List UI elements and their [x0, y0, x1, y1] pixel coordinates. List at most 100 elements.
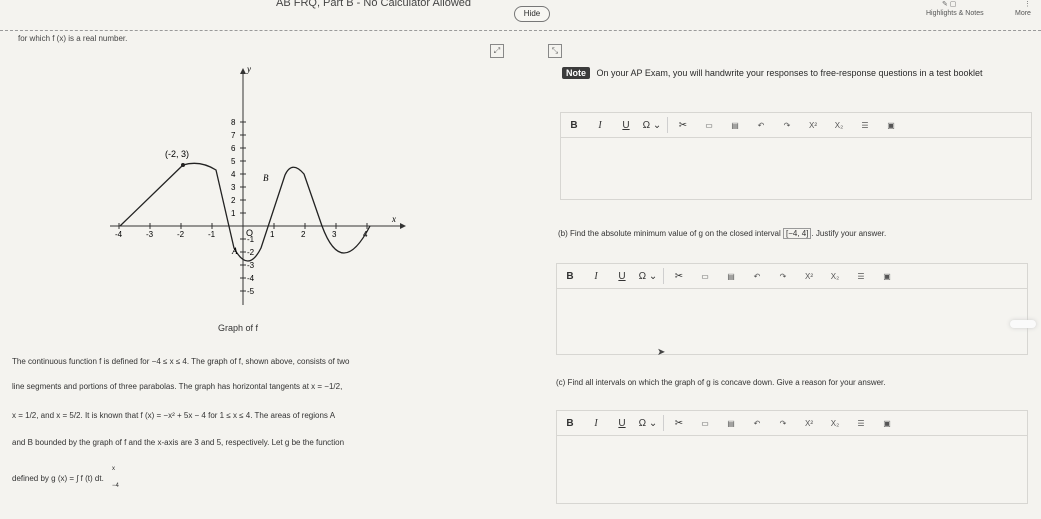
editor-toolbar: B I U Ω ⌄ ✂ ▭ ▤ ↶ ↷ X² X₂ ☰ ▣	[557, 264, 1027, 289]
image-icon[interactable]: ▣	[874, 419, 900, 428]
italic-button[interactable]: I	[587, 120, 613, 131]
copy-icon[interactable]: ▭	[692, 272, 718, 281]
paragraph-line-4: and B bounded by the graph of f and the …	[12, 438, 345, 447]
x-axis-label: x	[391, 214, 396, 224]
resize-handle[interactable]	[1010, 320, 1036, 328]
y-tick-label: 4	[231, 170, 236, 179]
x-tick-label: -1	[208, 230, 216, 239]
note-block: Note On your AP Exam, you will handwrite…	[562, 66, 1032, 80]
x-tick-label: -4	[115, 230, 123, 239]
x-tick-label: 2	[301, 230, 306, 239]
undo-icon[interactable]: ↶	[748, 121, 774, 130]
italic-button[interactable]: I	[583, 418, 609, 429]
special-character-button[interactable]: Ω ⌄	[639, 120, 665, 131]
redo-icon[interactable]: ↷	[770, 272, 796, 281]
cut-icon[interactable]: ✂	[666, 418, 692, 429]
bold-button[interactable]: B	[557, 271, 583, 282]
x-tick-label: 1	[270, 230, 275, 239]
y-tick-label: 7	[231, 131, 236, 140]
response-text-area-a[interactable]	[561, 138, 1031, 198]
y-tick-label: 2	[231, 196, 236, 205]
insert-list-icon[interactable]: ☰	[848, 272, 874, 281]
insert-list-icon[interactable]: ☰	[852, 121, 878, 130]
undo-icon[interactable]: ↶	[744, 419, 770, 428]
y-tick-label: 3	[231, 183, 236, 192]
response-text-area-c[interactable]	[557, 436, 1027, 502]
graph-caption: Graph of f	[218, 323, 259, 333]
point-marker	[181, 163, 185, 167]
region-b-label: B	[263, 173, 269, 183]
divider	[663, 415, 664, 431]
x-tick-label: 3	[332, 230, 337, 239]
paragraph-line-3: x = 1/2, and x = 5/2. It is known that f…	[12, 411, 336, 420]
cut-icon[interactable]: ✂	[666, 271, 692, 282]
integral-upper-limit: x	[112, 466, 115, 472]
interval-box: [−4, 4]	[783, 228, 812, 239]
y-tick-label: -4	[247, 274, 255, 283]
superscript-button[interactable]: X²	[796, 419, 822, 428]
collapse-icon[interactable]: ⤡	[548, 44, 562, 58]
superscript-button[interactable]: X²	[796, 272, 822, 281]
x-tick-label: -2	[177, 230, 185, 239]
paragraph-line-1: The continuous function f is defined for…	[12, 357, 350, 366]
y-tick-label: -5	[247, 287, 255, 296]
superscript-button[interactable]: X²	[800, 121, 826, 130]
insert-list-icon[interactable]: ☰	[848, 419, 874, 428]
x-tick-label: -3	[146, 230, 154, 239]
cut-icon[interactable]: ✂	[670, 120, 696, 131]
subscript-button[interactable]: X₂	[822, 419, 848, 428]
paragraph-line-2: line segments and portions of three para…	[12, 382, 343, 391]
exam-title: AB FRQ, Part B - No Calculator Allowed	[276, 0, 472, 9]
underline-button[interactable]: U	[613, 120, 639, 131]
graph-of-f: x y -4 -3 -2 -1 1 2 3 4 87654321-1-2-3-4-5 (-2,…	[110, 64, 406, 305]
mouse-cursor-icon: ➤	[657, 347, 666, 358]
origin-label: O	[246, 228, 253, 238]
y-tick-label: 5	[231, 157, 236, 166]
special-character-button[interactable]: Ω ⌄	[635, 271, 661, 282]
graph-curve-f	[119, 162, 371, 262]
intro-text: for which f (x) is a real number.	[18, 34, 128, 43]
special-character-button[interactable]: Ω ⌄	[635, 418, 661, 429]
note-text: On your AP Exam, you will handwrite your…	[596, 68, 983, 78]
integral-lower-limit: −4	[112, 483, 119, 489]
redo-icon[interactable]: ↷	[770, 419, 796, 428]
response-editor-a: B I U Ω ⌄ ✂ ▭ ▤ ↶ ↷ X² X₂ ☰ ▣	[560, 112, 1032, 200]
subscript-button[interactable]: X₂	[822, 272, 848, 281]
image-icon[interactable]: ▣	[878, 121, 904, 130]
x-ticks: -4 -3 -2 -1 1 2 3 4	[115, 223, 368, 239]
y-tick-label: 1	[231, 209, 236, 218]
copy-icon[interactable]: ▭	[696, 121, 722, 130]
more-icon[interactable]: ⋮	[1024, 0, 1031, 8]
question-b: (b) Find the absolute minimum value of g…	[558, 228, 887, 239]
region-a-label: A	[231, 246, 238, 256]
hide-button[interactable]: Hide	[514, 6, 550, 22]
x-axis-arrow	[400, 223, 406, 229]
subscript-button[interactable]: X₂	[826, 121, 852, 130]
paragraph-line-5: defined by g (x) = ∫ f (t) dt.	[12, 474, 104, 483]
more-button[interactable]: More	[1015, 10, 1031, 17]
bold-button[interactable]: B	[557, 418, 583, 429]
editor-toolbar: B I U Ω ⌄ ✂ ▭ ▤ ↶ ↷ X² X₂ ☰ ▣	[557, 411, 1027, 436]
redo-icon[interactable]: ↷	[774, 121, 800, 130]
paste-icon[interactable]: ▤	[722, 121, 748, 130]
underline-button[interactable]: U	[609, 271, 635, 282]
image-icon[interactable]: ▣	[874, 272, 900, 281]
bold-button[interactable]: B	[561, 120, 587, 131]
y-axis-label: y	[246, 64, 251, 74]
paste-icon[interactable]: ▤	[718, 272, 744, 281]
divider	[663, 268, 664, 284]
italic-button[interactable]: I	[583, 271, 609, 282]
expand-icon[interactable]: ⤢	[490, 44, 504, 58]
highlights-notes-button[interactable]: Highlights & Notes	[926, 10, 984, 17]
response-text-area-b[interactable]	[557, 289, 1027, 353]
divider	[667, 117, 668, 133]
underline-button[interactable]: U	[609, 418, 635, 429]
response-editor-c: B I U Ω ⌄ ✂ ▭ ▤ ↶ ↷ X² X₂ ☰ ▣	[556, 410, 1028, 504]
highlight-icon[interactable]: ✎ ▢	[942, 0, 956, 8]
y-tick-label: 8	[231, 118, 236, 127]
note-badge: Note	[562, 67, 590, 79]
paste-icon[interactable]: ▤	[718, 419, 744, 428]
point-label: (-2, 3)	[165, 149, 189, 159]
undo-icon[interactable]: ↶	[744, 272, 770, 281]
copy-icon[interactable]: ▭	[692, 419, 718, 428]
